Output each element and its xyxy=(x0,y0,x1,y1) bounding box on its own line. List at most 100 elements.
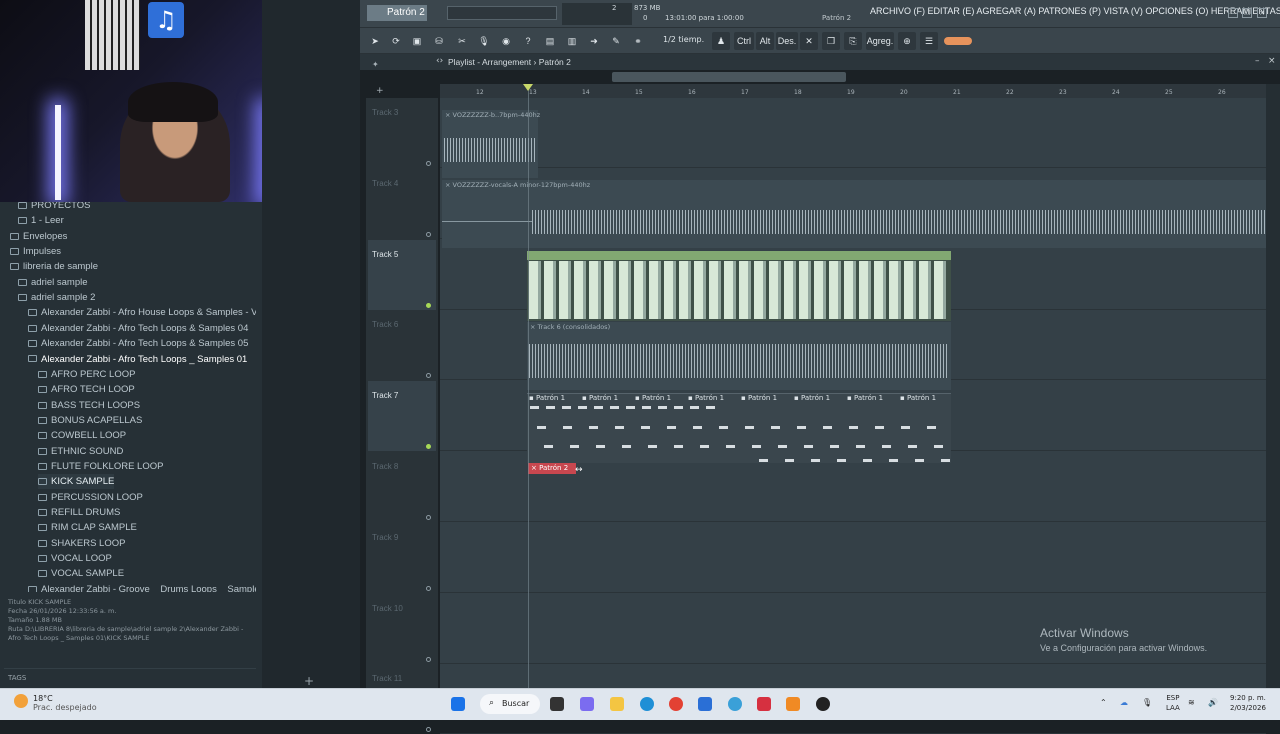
browser-item[interactable]: AFRO PERC LOOP xyxy=(38,367,135,382)
weather-icon[interactable] xyxy=(14,694,28,708)
chevron-left-icon[interactable]: ‹› xyxy=(436,56,443,66)
browser-item[interactable]: KICK SAMPLE xyxy=(38,474,115,490)
chrome-icon[interactable] xyxy=(669,697,683,711)
obs-icon[interactable] xyxy=(816,697,830,711)
browser-item[interactable]: adriel sample 2 xyxy=(18,290,95,305)
pattern-selector[interactable]: Patrón 2 xyxy=(367,5,427,21)
arrow-icon[interactable]: ➜ xyxy=(585,32,603,50)
piano-icon[interactable]: ▥ xyxy=(563,32,581,50)
track-header[interactable]: Track 6 xyxy=(368,310,436,380)
agreg-button[interactable]: Agreg. xyxy=(866,32,894,50)
pin-icon[interactable]: ✦ xyxy=(372,60,379,69)
browser-item[interactable]: VOCAL SAMPLE xyxy=(38,566,124,581)
browser-item[interactable]: Alexander Zabbi - Afro Tech Loops & Samp… xyxy=(28,336,248,351)
pattern-clip[interactable]: ▪ Patrón 1 xyxy=(635,394,671,402)
pattern-clip[interactable]: ▪ Patrón 1 xyxy=(582,394,618,402)
app-icon[interactable] xyxy=(728,697,742,711)
horizontal-scrollbar[interactable] xyxy=(612,72,846,82)
snap-selector[interactable]: 1/2 tiemp. xyxy=(663,35,704,44)
browser-item[interactable]: PROYECTOS xyxy=(18,202,90,213)
playhead[interactable] xyxy=(528,84,529,688)
record-toggle[interactable] xyxy=(944,37,972,45)
close-icon[interactable]: × xyxy=(1257,8,1267,18)
document-icon[interactable]: ▤ xyxy=(541,32,559,50)
ctrl-button[interactable]: Ctrl xyxy=(734,32,754,50)
browser-item[interactable]: adriel sample xyxy=(18,275,88,290)
alt-button[interactable]: Alt xyxy=(756,32,774,50)
track-mute-icon[interactable] xyxy=(426,231,431,237)
playhead-marker[interactable] xyxy=(523,84,533,91)
audio-clip[interactable]: × VOZZZZZZ-vocals-A minor-127bpm-440hz xyxy=(442,180,1266,248)
restore-icon[interactable]: ❐ xyxy=(1242,8,1252,18)
copy-icon[interactable]: ❐ xyxy=(822,32,840,50)
plugin-icon[interactable]: ⊕ xyxy=(898,32,916,50)
language-indicator[interactable]: ESP LAA xyxy=(1166,693,1180,713)
volume-icon[interactable]: 🔊 xyxy=(1208,698,1218,707)
mixer-icon[interactable]: ☰ xyxy=(920,32,938,50)
brush-icon[interactable]: ✎ xyxy=(607,32,625,50)
track-row[interactable] xyxy=(440,523,1266,593)
browser-item[interactable]: BASS TECH LOOPS xyxy=(38,398,140,413)
playlist-minimize-icon[interactable]: – xyxy=(1255,56,1260,66)
weather-widget[interactable]: 18°C Prac. despejado xyxy=(33,694,97,712)
playlist-close-icon[interactable]: × xyxy=(1268,56,1276,66)
browser-item[interactable]: libreria de sample xyxy=(10,259,98,274)
task-view-icon[interactable] xyxy=(550,697,564,711)
track-header[interactable]: Track 9 xyxy=(368,523,436,593)
cloud-icon[interactable]: ☁ xyxy=(1120,698,1128,707)
browser-item[interactable]: RIM CLAP SAMPLE xyxy=(38,520,137,535)
browser-item[interactable]: SHAKERS LOOP xyxy=(38,536,125,551)
mic-tray-icon[interactable]: 🎙 xyxy=(1142,698,1152,707)
wifi-icon[interactable]: ≋ xyxy=(1188,698,1195,707)
track-mute-icon[interactable] xyxy=(426,585,431,591)
pattern-clip[interactable]: ▪ Patrón 1 xyxy=(688,394,724,402)
track-header[interactable]: Track 3 xyxy=(368,98,436,168)
add-icon[interactable]: + xyxy=(304,674,314,688)
chat-icon[interactable]: ◉ xyxy=(497,32,515,50)
track-header[interactable]: Track 10 xyxy=(368,594,436,664)
pattern-clip[interactable]: ▪ Patrón 1 xyxy=(794,394,830,402)
refresh-icon[interactable]: ⟳ xyxy=(387,32,405,50)
clock[interactable]: 9:20 p. m. 2/03/2026 xyxy=(1230,693,1266,713)
minimize-icon[interactable]: – xyxy=(1228,8,1238,18)
track-mute-icon[interactable] xyxy=(426,302,431,308)
vertical-scrollbar[interactable] xyxy=(1266,84,1280,688)
browser-item[interactable]: Alexander Zabbi - Afro Tech Loops _ Samp… xyxy=(28,352,247,367)
des-button[interactable]: Des. xyxy=(776,32,798,50)
kick-clip[interactable] xyxy=(527,251,951,321)
play-icon[interactable]: ➤ xyxy=(366,32,384,50)
audio-clip[interactable]: × VOZZZZZZ-b..7bpm-440hz xyxy=(442,110,540,178)
browser-item[interactable]: Envelopes xyxy=(10,229,67,244)
track-mute-icon[interactable] xyxy=(426,444,431,450)
browser-item[interactable]: Impulses xyxy=(10,244,61,259)
delete-icon[interactable]: ✕ xyxy=(800,32,818,50)
bucket-icon[interactable]: ⛁ xyxy=(430,32,448,50)
track-header[interactable]: Track 5 xyxy=(368,239,436,310)
browser-item[interactable]: FLUTE FOLKLORE LOOP xyxy=(38,459,163,474)
track-mute-icon[interactable] xyxy=(426,161,431,166)
store-icon[interactable] xyxy=(698,697,712,711)
tray-chevron-icon[interactable]: ⌃ xyxy=(1100,698,1107,707)
track-mute-icon[interactable] xyxy=(426,656,431,662)
main-menu[interactable]: ARCHIVO (F) EDITAR (E) AGREGAR (A) PATRO… xyxy=(870,6,1280,16)
main-volume-slider[interactable] xyxy=(447,6,557,20)
fl-studio-icon[interactable] xyxy=(786,697,800,711)
track-row[interactable] xyxy=(440,98,1266,168)
pattern-clip[interactable]: ▪ Patrón 1 xyxy=(900,394,936,402)
browser-item[interactable]: ETHNIC SOUND xyxy=(38,444,123,459)
stamp-icon[interactable]: ♟ xyxy=(712,32,730,50)
selected-pattern-clip[interactable]: × Patrón 2 xyxy=(528,463,576,474)
browser-item[interactable]: Alexander Zabbi - Afro House Loops & Sam… xyxy=(28,305,256,320)
browser-item[interactable]: 1 - Leer xyxy=(18,213,64,228)
browser-item[interactable]: AFRO TECH LOOP xyxy=(38,382,135,397)
track-header[interactable]: Track 4 xyxy=(368,169,436,239)
browser-item[interactable]: REFILL DRUMS xyxy=(38,505,120,520)
explorer-icon[interactable] xyxy=(610,697,624,711)
help-icon[interactable]: ? xyxy=(519,32,537,50)
browser-item[interactable]: VOCAL LOOP xyxy=(38,551,112,566)
audio-clip[interactable]: × Track 6 (consolidados) xyxy=(527,322,951,390)
track-header[interactable]: Track 8 xyxy=(368,452,436,522)
browser-item[interactable]: Alexander Zabbi - Groove _ Drums Loops _… xyxy=(28,582,256,592)
browser-item[interactable]: Alexander Zabbi - Afro Tech Loops & Samp… xyxy=(28,321,248,336)
save-icon[interactable]: ▣ xyxy=(408,32,426,50)
